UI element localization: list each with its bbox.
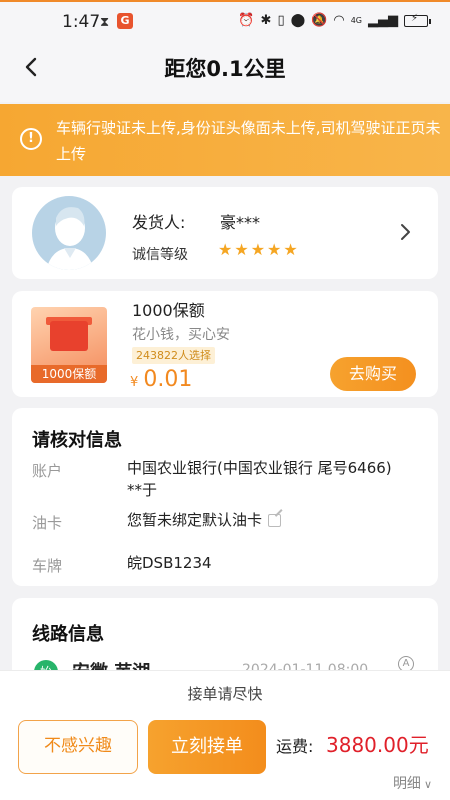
account-value: 中国农业银行(中国农业银行 尾号6466) **于: [127, 459, 407, 499]
mute-icon: 🔕: [311, 13, 328, 28]
status-bar: 1:47 ⧗ G ⏰ ✱ ▯ ⬤ 🔕 ◠ 4G ▂▄▆ ⚡: [0, 0, 450, 40]
signal-icon: ▂▄▆: [368, 13, 398, 28]
system-icons: ⏰ ✱ ▯ ⬤ 🔕 ◠ 4G ▂▄▆ ⚡: [238, 13, 431, 28]
insurance-price: ¥ 0.01: [130, 367, 192, 392]
gift-box-icon: [50, 321, 88, 351]
star-icon: ★: [283, 240, 298, 259]
bottom-action-bar: 接单请尽快 不感兴趣 立刻接单 运费: 3880.00元 明细 ∨: [0, 670, 450, 800]
star-icon: ★: [250, 240, 266, 259]
plate-label: 车牌: [32, 557, 63, 575]
location-icon: ⬤: [290, 13, 306, 28]
shipper-card[interactable]: 发货人: 豪*** 诚信等级 ★ ★ ★ ★ ★: [12, 187, 438, 279]
star-icon: ★: [267, 240, 282, 259]
fuel-card-label: 油卡: [32, 514, 63, 532]
insurance-card[interactable]: 1000保额 1000保额 花小钱，买心安 243822人选择 ¥ 0.01 去…: [12, 291, 438, 397]
chevron-down-icon: ∨: [423, 778, 432, 791]
shipper-name: 豪***: [220, 213, 261, 232]
bluetooth-icon: ✱: [260, 13, 272, 28]
avatar: [32, 196, 106, 270]
alarm-icon: ⏰: [238, 13, 255, 28]
warning-text: 车辆行驶证未上传,身份证头像面未上传,司机驾驶证正页未上传: [56, 119, 441, 163]
insurance-subtitle: 花小钱，买心安: [132, 327, 230, 343]
vibrate-icon: ▯: [277, 13, 285, 28]
hourglass-icon: ⧗: [100, 15, 110, 30]
insurance-title: 1000保额: [132, 301, 205, 320]
battery-icon: ⚡: [404, 13, 431, 27]
rating-label: 诚信等级: [132, 247, 188, 263]
verify-section-title: 请核对信息: [32, 430, 122, 451]
currency-symbol: ¥: [130, 375, 139, 390]
shipper-label: 发货人:: [132, 213, 186, 232]
fuel-card-value: 您暂未绑定默认油卡: [127, 511, 263, 529]
page-title: 距您0.1公里: [164, 57, 286, 81]
insurance-popularity-badge: 243822人选择: [132, 347, 215, 364]
buy-insurance-button[interactable]: 去购买: [330, 357, 416, 391]
fee-value: 3880.00元: [326, 733, 429, 757]
price-value: 0.01: [143, 367, 193, 392]
insurance-gift-image: 1000保额: [31, 307, 107, 383]
account-label: 账户: [32, 462, 63, 480]
accept-hint: 接单请尽快: [187, 685, 263, 703]
nav-bar: 距您0.1公里: [0, 40, 450, 102]
insurance-image-caption: 1000保额: [31, 365, 107, 383]
chevron-right-icon[interactable]: [394, 221, 416, 243]
detail-label: 明细: [392, 776, 421, 792]
accept-order-button[interactable]: 立刻接单: [148, 720, 266, 774]
edit-icon[interactable]: [268, 514, 282, 527]
star-icon: ★: [234, 240, 249, 259]
status-time: 1:47: [62, 12, 101, 32]
app-notification-icon: G: [117, 13, 133, 29]
route-section-title: 线路信息: [32, 624, 104, 645]
star-icon: ★: [218, 240, 233, 259]
fee-label: 运费:: [276, 737, 314, 756]
alert-icon: !: [20, 128, 42, 150]
plate-value: 皖DSB1234: [127, 554, 212, 572]
rating-stars: ★ ★ ★ ★ ★: [218, 241, 298, 259]
not-interested-button[interactable]: 不感兴趣: [18, 720, 138, 774]
document-warning-banner[interactable]: ! 车辆行驶证未上传,身份证头像面未上传,司机驾驶证正页未上传: [0, 104, 450, 176]
avatar-person-icon: [46, 207, 94, 270]
fee-detail-toggle[interactable]: 明细 ∨: [393, 773, 432, 793]
wifi-icon: ◠: [333, 13, 345, 28]
verify-info-card: 请核对信息 账户 中国农业银行(中国农业银行 尾号6466) **于 油卡 您暂…: [12, 408, 438, 586]
fuel-card-row[interactable]: 您暂未绑定默认油卡: [127, 509, 282, 531]
network-label: 4G: [350, 16, 362, 25]
